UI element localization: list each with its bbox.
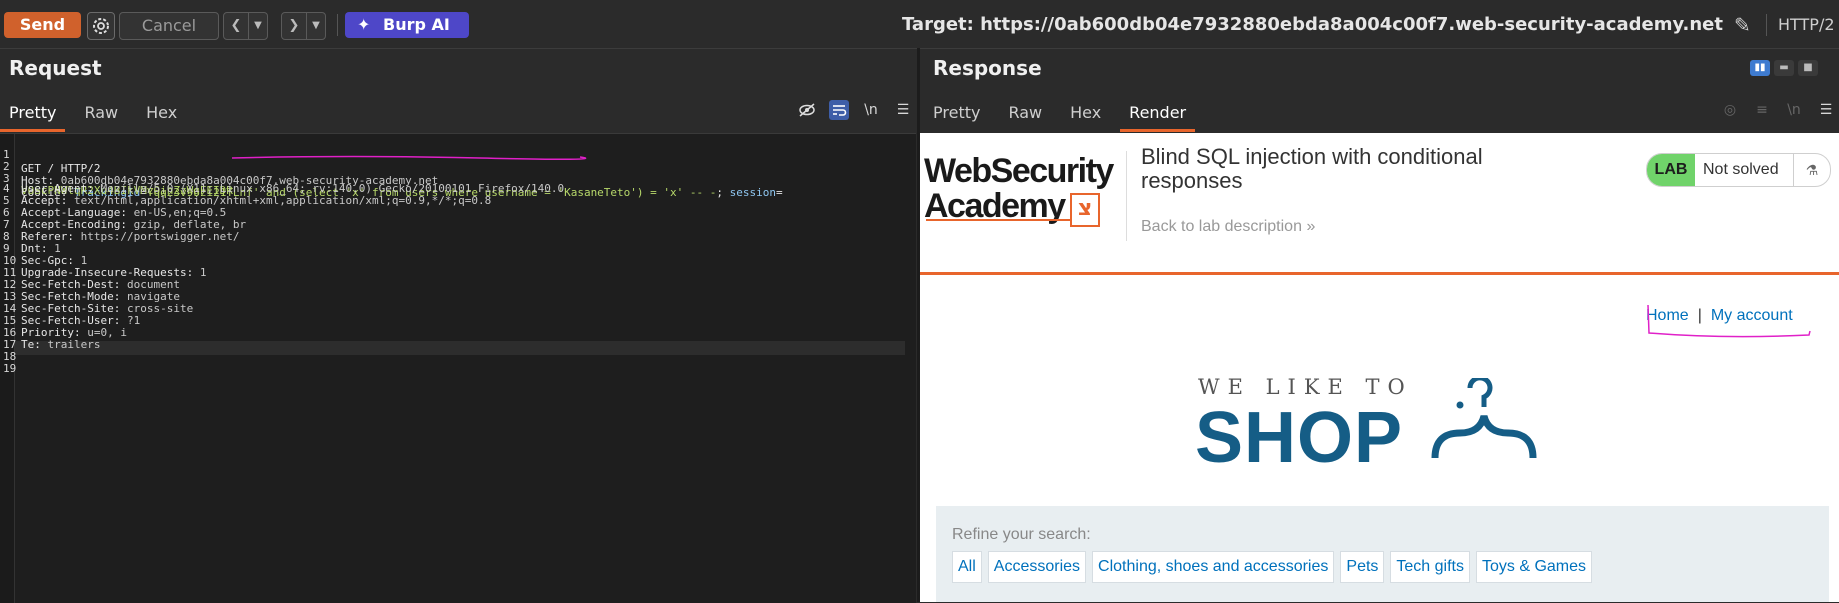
lab-status-text: Not solved [1703, 161, 1779, 178]
burp-ai-label: Burp AI [383, 15, 450, 34]
category-filters: All Accessories Clothing, shoes and acce… [952, 551, 1593, 583]
current-line-highlight [15, 341, 905, 355]
refine-search-label: Refine your search: [952, 526, 1091, 543]
single-pane-icon[interactable]: ■ [1798, 60, 1818, 76]
target-url: Target: https://0ab600db04e7932880ebda8a… [901, 14, 1723, 35]
forward-nav-group: ❯ ▼ [281, 12, 326, 40]
filter-all[interactable]: All [952, 551, 982, 583]
lab-title: Blind SQL injection with conditional res… [1141, 144, 1483, 193]
tab-request-raw[interactable]: Raw [75, 96, 127, 130]
double-chevron-icon: » [1306, 218, 1316, 235]
tab-request-pretty[interactable]: Pretty [0, 96, 66, 132]
burp-ai-button[interactable]: ✦ Burp AI [345, 12, 469, 38]
show-newlines-icon: \n [1787, 102, 1801, 118]
header-value: ?1 [126, 314, 141, 327]
show-newlines-toggle[interactable]: \n [861, 100, 881, 120]
filter-clothing[interactable]: Clothing, shoes and accessories [1092, 551, 1335, 583]
layout-view-toggles: ▮▮ ▬ ■ [1750, 60, 1818, 76]
split-horizontal-icon[interactable]: ▬ [1774, 60, 1794, 76]
send-button[interactable]: Send [4, 12, 81, 38]
line-number: 19 [3, 362, 17, 375]
gear-icon [93, 18, 109, 34]
request-menu-icon[interactable]: ☰ [893, 100, 913, 120]
lab-status-badge: LAB Not solved ⚗ [1646, 153, 1831, 187]
toolbar-divider [337, 14, 338, 36]
forward-arrow-icon[interactable]: ❯ [282, 13, 306, 39]
header-value: trailers [47, 338, 101, 351]
filter-accessories[interactable]: Accessories [987, 551, 1087, 583]
logo-line-1: WebSecurity [924, 152, 1114, 190]
http-protocol-label[interactable]: HTTP/2 [1778, 12, 1835, 38]
response-panel-title: Response [933, 56, 1042, 80]
back-nav-group: ❮ ▼ [223, 12, 268, 40]
protocol-divider [1766, 14, 1767, 36]
request-panel-title: Request [9, 56, 102, 80]
response-menu-icon[interactable]: ☰ [1816, 100, 1836, 120]
word-wrap-icon[interactable] [829, 100, 849, 120]
shop-heading: SHOP [1195, 398, 1404, 478]
filter-tech-gifts[interactable]: Tech gifts [1390, 551, 1470, 583]
header-value: 1 [199, 266, 207, 279]
payload-underline-annotation [231, 155, 587, 161]
request-tabs: Pretty Raw Hex [0, 96, 186, 132]
back-history-dropdown-icon[interactable]: ▼ [248, 13, 267, 39]
response-editor-options: ◎ ≡ \n ☰ [1720, 100, 1836, 120]
tab-response-render[interactable]: Render [1120, 96, 1196, 132]
flask-icon: ⚗ [1793, 154, 1830, 186]
back-arrow-icon[interactable]: ❮ [224, 13, 248, 39]
tab-response-raw[interactable]: Raw [999, 96, 1051, 130]
nav-annotation-scribble [1647, 304, 1811, 338]
rendered-page: WebSecurity Academy צ Blind SQL injectio… [920, 133, 1839, 602]
hanger-icon [1431, 378, 1537, 459]
forward-history-dropdown-icon[interactable]: ▼ [306, 13, 325, 39]
header-value: https://portswigger.net/ [80, 230, 240, 243]
lightning-badge-icon: צ [1070, 193, 1100, 227]
word-wrap-icon: ≡ [1756, 102, 1768, 118]
tab-request-hex[interactable]: Hex [137, 96, 186, 130]
lab-label: LAB [1647, 154, 1695, 186]
back-to-lab-link[interactable]: Back to lab description » [1141, 218, 1315, 236]
sparkle-icon: ✦ [357, 15, 371, 34]
filter-pets[interactable]: Pets [1340, 551, 1385, 583]
hide-nonprintable-eye-icon: ◎ [1723, 102, 1737, 118]
request-editor-options: \n ☰ [797, 100, 913, 120]
header-divider [1126, 151, 1127, 241]
response-tabs: Pretty Raw Hex Render [924, 96, 1196, 132]
shop-tagline: WE LIKE TO [1198, 375, 1413, 399]
request-editor[interactable]: 1 GET / HTTP/2 2 Host: 0ab600db04e793288… [0, 133, 916, 603]
split-vertical-icon[interactable]: ▮▮ [1750, 60, 1770, 76]
hide-nonprintable-eye-icon[interactable] [797, 100, 817, 120]
top-toolbar: Send Cancel ❮ ▼ ❯ ▼ ✦ Burp AI Target: ht… [0, 0, 1839, 49]
edit-target-pencil-icon[interactable]: ✎ [1734, 12, 1758, 38]
header-accent-rule [920, 272, 1839, 275]
cookie-name-session: session [729, 186, 777, 199]
back-link-label: Back to lab description [1141, 218, 1302, 235]
tab-response-hex[interactable]: Hex [1061, 96, 1110, 130]
header-name: Te: [21, 338, 48, 351]
tab-response-pretty[interactable]: Pretty [924, 96, 989, 130]
settings-gear-button[interactable] [87, 12, 115, 40]
logo-underline [926, 219, 1072, 221]
refine-search-panel: Refine your search: All Accessories Clot… [936, 506, 1829, 602]
cancel-button[interactable]: Cancel [119, 12, 219, 40]
filter-toys-games[interactable]: Toys & Games [1476, 551, 1593, 583]
